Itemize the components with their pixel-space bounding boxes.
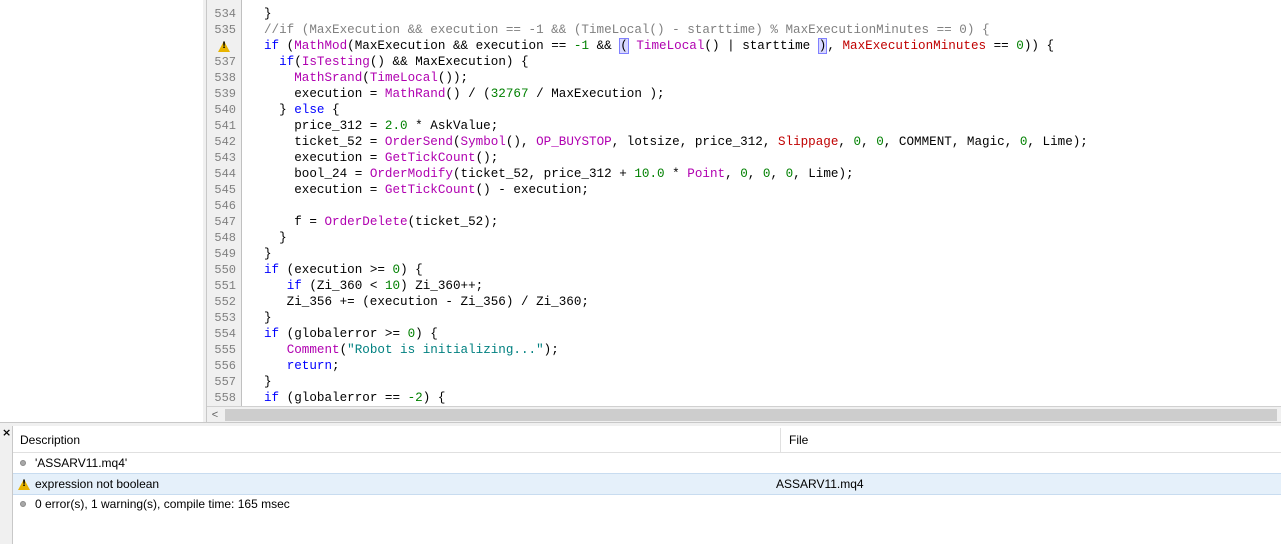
table-row[interactable]: 'ASSARV11.mq4' <box>13 453 1281 473</box>
line-number: 553 <box>214 311 236 325</box>
info-dot-icon <box>20 501 26 507</box>
row-description: 'ASSARV11.mq4' <box>35 456 128 470</box>
line-number: 544 <box>214 167 236 181</box>
line-number: 551 <box>214 279 236 293</box>
warning-icon <box>18 479 30 490</box>
line-number: 550 <box>214 263 236 277</box>
code-line[interactable]: } else { <box>264 102 339 118</box>
code-line[interactable]: return; <box>264 358 340 374</box>
code-editor[interactable]: 534 535 537 538 539 540 541 542 543 544 545 546 547 5… <box>207 0 1281 406</box>
code-line[interactable]: } <box>264 310 272 326</box>
line-number: 549 <box>214 247 236 261</box>
scroll-left-arrow[interactable]: < <box>207 407 223 423</box>
code-line[interactable]: if (MathMod(MaxExecution && execution ==… <box>264 38 1054 54</box>
line-number: 541 <box>214 119 236 133</box>
code-line[interactable]: execution = GetTickCount(); <box>264 150 498 166</box>
info-dot-icon <box>20 460 26 466</box>
line-number: 554 <box>214 327 236 341</box>
navigator-pane[interactable] <box>0 0 204 422</box>
line-number: 540 <box>214 103 236 117</box>
code-line[interactable]: price_312 = 2.0 * AskValue; <box>264 118 498 134</box>
table-row[interactable]: 0 error(s), 1 warning(s), compile time: … <box>13 494 1281 514</box>
line-number: 539 <box>214 87 236 101</box>
code-line[interactable]: bool_24 = OrderModify(ticket_52, price_3… <box>264 166 853 182</box>
line-number: 543 <box>214 151 236 165</box>
row-description: 0 error(s), 1 warning(s), compile time: … <box>35 497 290 511</box>
line-number: 558 <box>214 391 236 405</box>
warning-icon <box>218 41 230 52</box>
toolbox-errors-panel: × Description File 'ASSARV11.mq4' expres… <box>0 426 1281 544</box>
line-number: 534 <box>214 7 236 21</box>
code-line[interactable]: if(IsTesting() && MaxExecution) { <box>264 54 528 70</box>
table-row[interactable]: expression not boolean ASSARV11.mq4 <box>13 473 1281 495</box>
line-number: 556 <box>214 359 236 373</box>
line-number: 546 <box>214 199 236 213</box>
close-icon[interactable]: × <box>2 426 11 439</box>
code-line[interactable]: } <box>264 230 287 246</box>
column-header-description[interactable]: Description <box>13 428 781 453</box>
code-line[interactable]: if (execution >= 0) { <box>264 262 423 278</box>
line-number: 537 <box>214 55 236 69</box>
code-line[interactable]: Zi_356 += (execution - Zi_356) / Zi_360; <box>264 294 589 310</box>
line-number: 545 <box>214 183 236 197</box>
code-line[interactable]: if (Zi_360 < 10) Zi_360++; <box>264 278 484 294</box>
code-line[interactable]: Comment("Robot is initializing..."); <box>264 342 559 358</box>
column-header-file[interactable]: File <box>781 428 1281 453</box>
line-number: 547 <box>214 215 236 229</box>
code-line[interactable]: ticket_52 = OrderSend(Symbol(), OP_BUYST… <box>264 134 1088 150</box>
code-line[interactable]: f = OrderDelete(ticket_52); <box>264 214 498 230</box>
line-number: 555 <box>214 343 236 357</box>
code-area[interactable]: }//if (MaxExecution && execution == -1 &… <box>242 0 1281 406</box>
row-file: ASSARV11.mq4 <box>776 477 864 491</box>
line-number: 535 <box>214 23 236 37</box>
line-number-gutter: 534 535 537 538 539 540 541 542 543 544 545 546 547 5… <box>207 0 242 406</box>
line-number: 548 <box>214 231 236 245</box>
code-line[interactable]: } <box>264 246 272 262</box>
code-line[interactable]: MathSrand(TimeLocal()); <box>264 70 468 86</box>
line-number: 538 <box>214 71 236 85</box>
row-description: expression not boolean <box>35 477 160 491</box>
code-line[interactable]: execution = MathRand() / (32767 / MaxExe… <box>264 86 664 102</box>
line-number: 557 <box>214 375 236 389</box>
code-line[interactable]: if (globalerror == -2) { <box>264 390 445 406</box>
scrollbar-thumb[interactable] <box>225 409 1277 421</box>
line-number: 542 <box>214 135 236 149</box>
code-line[interactable]: } <box>264 6 272 22</box>
toolbox-side-bar: × <box>0 426 13 544</box>
code-line[interactable]: if (globalerror >= 0) { <box>264 326 438 342</box>
horizontal-scrollbar[interactable]: < <box>207 406 1281 423</box>
code-line[interactable]: //if (MaxExecution && execution == -1 &&… <box>264 22 990 38</box>
code-line[interactable]: } <box>264 374 272 390</box>
line-number: 552 <box>214 295 236 309</box>
code-line[interactable]: execution = GetTickCount() - execution; <box>264 182 589 198</box>
